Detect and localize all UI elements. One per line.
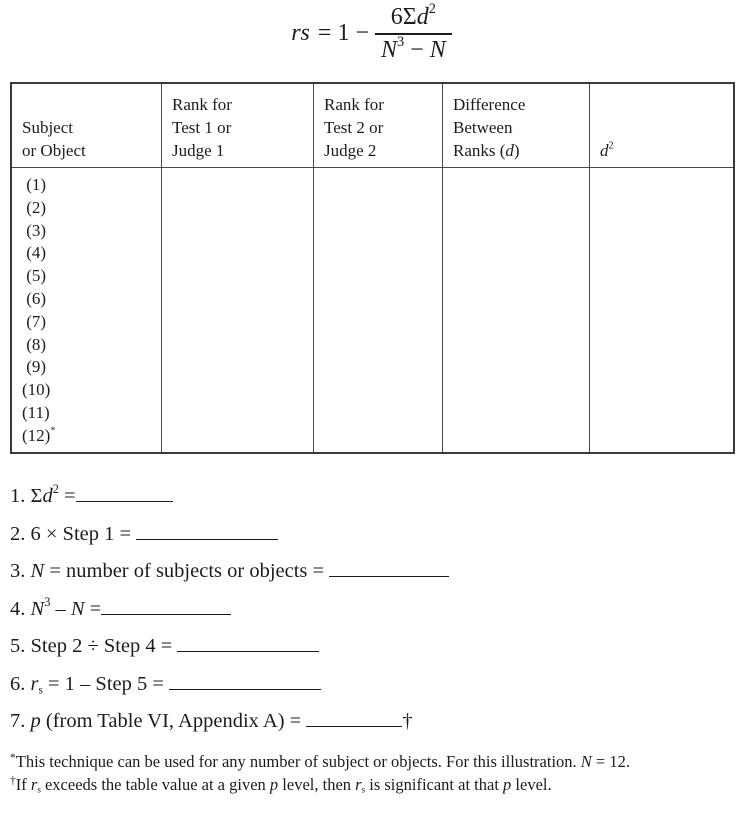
rank-test2-cell[interactable] [313, 167, 443, 454]
calculation-steps: 1. Σd2 = 2. 6 × Step 1 = 3. N = number o… [10, 478, 450, 741]
formula-minus: − [355, 20, 369, 47]
list-item: (2) [22, 197, 47, 217]
list-item: (3) [22, 220, 47, 240]
header-subject: Subject or Object [10, 82, 162, 168]
step-1: 1. Σd2 = [10, 478, 449, 516]
step-5-blank[interactable] [177, 632, 320, 652]
footnotes: *This technique can be used for any numb… [10, 750, 630, 796]
formula-numerator: 6Σd2 [390, 1, 436, 30]
step-4-blank[interactable] [101, 595, 232, 615]
formula-fraction: 6Σd2 N3 − N [375, 1, 452, 64]
spearman-formula: rs = 1 − 6Σd2 N3 − N [0, 1, 743, 64]
subject-list: (1) (2) (3) (4) (5) (6) (7) (8) (9) (10)… [12, 168, 161, 448]
list-item: (10) [22, 380, 51, 400]
step-6: 6. rs = 1 – Step 5 = [10, 666, 449, 704]
step-2: 2. 6 × Step 1 = [10, 516, 449, 554]
list-item: (6) [22, 288, 47, 308]
step-1-blank[interactable] [75, 482, 173, 502]
list-item: (11) [22, 402, 50, 422]
table-body-row: (1) (2) (3) (4) (5) (6) (7) (8) (9) (10)… [10, 167, 735, 454]
table-header-row: Subject or Object Rank for Test 1 or Jud… [10, 82, 735, 168]
step-4: 4. N3 – N = [10, 591, 449, 629]
list-item: (7) [22, 311, 47, 331]
header-rank-test2: Rank for Test 2 or Judge 2 [313, 82, 443, 168]
list-item: (12)* [22, 425, 56, 445]
step-7-blank[interactable] [306, 707, 403, 727]
rank-worksheet-table: Subject or Object Rank for Test 1 or Jud… [10, 82, 735, 454]
list-item: (5) [22, 266, 47, 286]
step-6-blank[interactable] [169, 670, 322, 690]
step-2-blank[interactable] [136, 520, 279, 540]
step-3-blank[interactable] [329, 557, 450, 577]
step-5: 5. Step 2 ÷ Step 4 = [10, 628, 449, 666]
step-3: 3. N = number of subjects or objects = [10, 553, 450, 591]
formula-equals: = [317, 20, 332, 47]
header-difference: Difference Between Ranks (d) [442, 82, 590, 168]
footnote-asterisk: *This technique can be used for any numb… [10, 752, 630, 771]
d-squared-cell[interactable] [589, 167, 735, 454]
step-7: 7. p (from Table VI, Appendix A) = † [10, 703, 449, 741]
list-item: (4) [22, 243, 47, 263]
formula-denominator: N3 − N [381, 33, 446, 63]
asterisk-footnote-mark: * [50, 425, 56, 437]
difference-cell[interactable] [442, 167, 590, 454]
list-item: (9) [22, 357, 47, 377]
rank-test1-cell[interactable] [161, 167, 314, 454]
formula-one: 1 [337, 20, 350, 47]
list-item: (1) [22, 175, 47, 194]
dagger-footnote-mark: † [402, 710, 413, 732]
list-item: (8) [22, 334, 47, 354]
header-rank-test1: Rank for Test 1 or Judge 1 [161, 82, 314, 168]
header-d-squared: d2 [589, 82, 735, 168]
footnote-dagger: †If rs exceeds the table value at a give… [10, 775, 552, 795]
formula-lhs: rs [291, 20, 310, 47]
subject-column: (1) (2) (3) (4) (5) (6) (7) (8) (9) (10)… [10, 167, 162, 454]
